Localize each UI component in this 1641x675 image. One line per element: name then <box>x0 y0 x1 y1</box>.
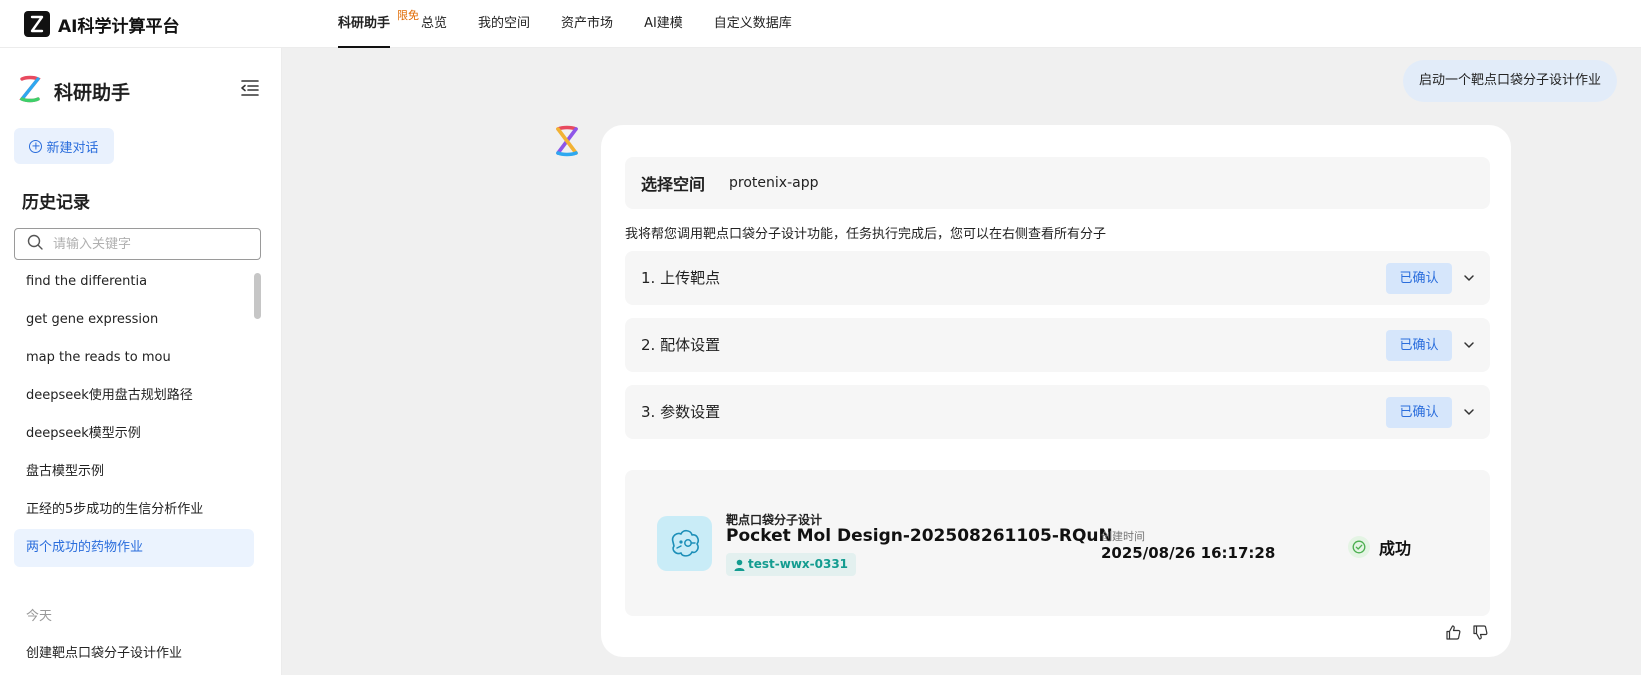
thumbs-down-icon[interactable] <box>1472 624 1489 641</box>
history-item[interactable]: 盘古模型示例 <box>14 453 254 491</box>
app-title: AI科学计算平台 <box>58 16 180 37</box>
nav-item-label: 我的空间 <box>478 16 531 31</box>
feedback-bar <box>1445 624 1489 641</box>
history-scrollbar[interactable] <box>254 273 261 319</box>
nav-item-research-assistant[interactable]: 科研助手 限免 <box>338 0 419 48</box>
new-chat-label: 新建对话 <box>46 140 99 156</box>
top-navbar: AI科学计算平台 科研助手 限免 总览 我的空间 资产市场 AI建模 自定义数据… <box>0 0 1641 48</box>
nav-item-label: 自定义数据库 <box>713 16 792 31</box>
history-group-today: 今天 <box>26 609 53 624</box>
nav-item-asset-market[interactable]: 资产市场 <box>561 0 613 48</box>
chat-area: 启动一个靶点口袋分子设计作业 选择空间 protenix-app 我将帮您调用靶… <box>282 48 1641 675</box>
collapse-sidebar-icon[interactable] <box>239 77 261 99</box>
assistant-logo-icon <box>18 75 42 107</box>
app-logo-icon <box>24 11 50 37</box>
thumbs-up-icon[interactable] <box>1445 624 1462 641</box>
step-label: 2. 配体设置 <box>641 336 721 354</box>
job-name: Pocket Mol Design-202508261105-RQuN <box>726 526 1113 546</box>
assistant-description: 我将帮您调用靶点口袋分子设计功能，任务执行完成后，您可以在右侧查看所有分子 <box>625 227 1107 242</box>
nav-item-label: 总览 <box>421 16 448 31</box>
nav-item-custom-database[interactable]: 自定义数据库 <box>714 0 792 48</box>
space-value: protenix-app <box>729 175 819 191</box>
confirmed-badge: 已确认 <box>1386 263 1452 294</box>
job-user-tag: test-wwx-0331 <box>726 553 857 576</box>
space-label: 选择空间 <box>641 175 706 194</box>
job-user-name: test-wwx-0331 <box>748 557 849 571</box>
space-selector[interactable]: 选择空间 protenix-app <box>625 157 1490 209</box>
plus-circle-icon <box>29 139 43 153</box>
created-time: 2025/08/26 16:17:28 <box>1101 544 1276 562</box>
history-item[interactable]: find the differentia <box>14 263 254 301</box>
step-label: 1. 上传靶点 <box>641 269 721 287</box>
history-item-active[interactable]: 两个成功的药物作业 <box>14 529 254 567</box>
history-list: find the differentia get gene expression… <box>14 263 254 567</box>
history-item[interactable]: get gene expression <box>14 301 254 339</box>
history-item[interactable]: deepseek模型示例 <box>14 415 254 453</box>
history-search <box>14 228 261 260</box>
new-chat-button[interactable]: 新建对话 <box>14 128 114 164</box>
nav-item-label: AI建模 <box>644 16 683 31</box>
sidebar-header: 科研助手 <box>18 75 130 107</box>
chevron-down-icon[interactable] <box>1462 337 1476 351</box>
search-icon <box>27 234 43 254</box>
created-time-label: 创建时间 <box>1101 530 1145 543</box>
step-parameter-settings[interactable]: 3. 参数设置 已确认 <box>625 385 1490 439</box>
confirmed-badge: 已确认 <box>1386 397 1452 428</box>
status-text: 成功 <box>1379 539 1412 558</box>
history-item[interactable]: map the reads to mou <box>14 339 254 377</box>
confirmed-badge: 已确认 <box>1386 330 1452 361</box>
history-item[interactable]: 正经的5步成功的生信分析作业 <box>14 491 254 529</box>
assistant-response-card: 选择空间 protenix-app 我将帮您调用靶点口袋分子设计功能，任务执行完… <box>601 125 1511 657</box>
check-circle-icon <box>1348 536 1370 558</box>
sidebar: 科研助手 新建对话 历史记录 find the differentia get … <box>0 48 282 675</box>
nav-item-ai-modeling[interactable]: AI建模 <box>644 0 683 48</box>
nav-item-my-space[interactable]: 我的空间 <box>478 0 530 48</box>
history-list-today: 创建靶点口袋分子设计作业 <box>14 635 254 673</box>
free-badge: 限免 <box>397 9 419 22</box>
step-label: 3. 参数设置 <box>641 403 721 421</box>
molecule-icon <box>657 516 712 571</box>
search-input[interactable] <box>53 236 243 252</box>
history-title: 历史记录 <box>22 193 90 213</box>
user-message: 启动一个靶点口袋分子设计作业 <box>1403 60 1618 102</box>
history-item[interactable]: 创建靶点口袋分子设计作业 <box>14 635 254 673</box>
user-icon <box>734 559 745 571</box>
main-nav: 科研助手 限免 总览 我的空间 资产市场 AI建模 自定义数据库 <box>338 0 823 48</box>
chevron-down-icon[interactable] <box>1462 404 1476 418</box>
step-upload-target[interactable]: 1. 上传靶点 已确认 <box>625 251 1490 305</box>
history-item[interactable]: deepseek使用盘古规划路径 <box>14 377 254 415</box>
nav-item-label: 资产市场 <box>561 16 614 31</box>
nav-item-overview[interactable]: 总览 <box>421 0 447 48</box>
chevron-down-icon[interactable] <box>1462 270 1476 284</box>
app-logo[interactable]: AI科学计算平台 <box>24 11 179 37</box>
job-card[interactable]: 靶点口袋分子设计 Pocket Mol Design-202508261105-… <box>625 470 1490 616</box>
job-status: 成功 <box>1348 535 1411 559</box>
sidebar-title: 科研助手 <box>54 81 131 104</box>
assistant-logo-icon <box>553 124 581 162</box>
step-ligand-settings[interactable]: 2. 配体设置 已确认 <box>625 318 1490 372</box>
nav-item-label: 科研助手 <box>338 16 391 31</box>
